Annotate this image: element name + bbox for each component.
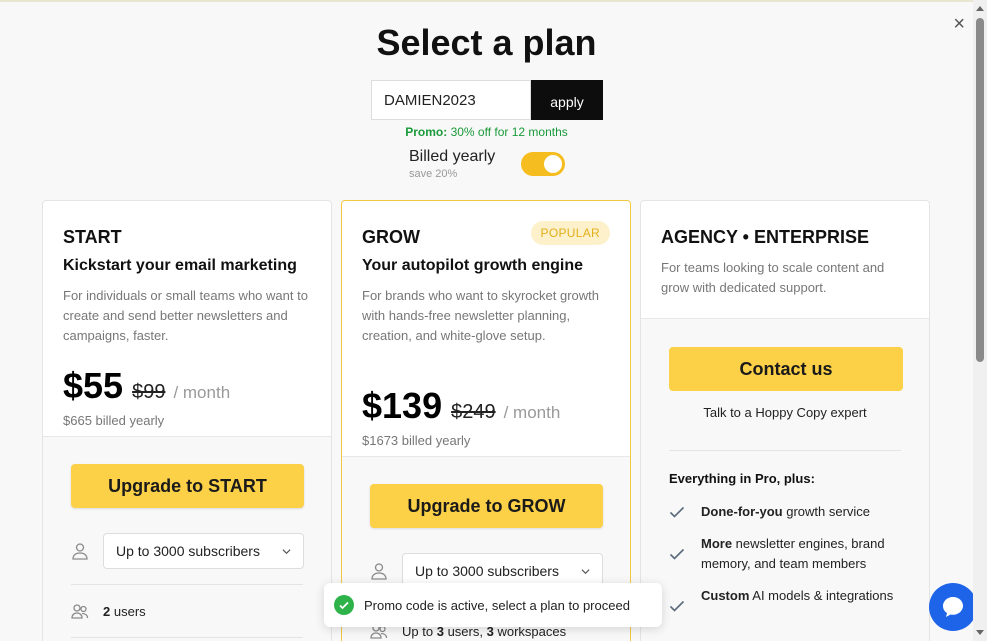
divider xyxy=(641,318,929,319)
subscribers-value: Up to 3000 subscribers xyxy=(415,563,559,579)
billing-label: Billed yearly xyxy=(409,148,496,165)
divider xyxy=(71,584,303,585)
plan-name: START xyxy=(63,227,122,247)
users-label: users xyxy=(113,603,146,619)
check-circle-icon xyxy=(334,595,354,615)
scrollbar[interactable] xyxy=(973,0,987,641)
promo-status-text: 30% off for 12 months xyxy=(450,125,568,139)
price-original: $249 xyxy=(451,401,496,423)
scroll-down-arrow-icon[interactable] xyxy=(976,630,984,635)
price-original: $99 xyxy=(132,381,166,403)
price-current: $55 xyxy=(63,365,124,406)
subscribers-select[interactable]: Up to 3000 subscribers xyxy=(103,533,304,569)
contact-us-button[interactable]: Contact us xyxy=(669,347,903,391)
includes-heading: Everything in Pro, plus: xyxy=(669,471,815,486)
check-icon xyxy=(669,600,685,612)
divider xyxy=(71,637,303,638)
chevron-down-icon xyxy=(581,568,590,574)
plan-price: $139 $249 / month xyxy=(362,385,560,427)
feature-bold: More xyxy=(701,536,733,551)
user-icon xyxy=(371,563,387,580)
promo-status-label: Promo: xyxy=(405,125,448,139)
price-period: / month xyxy=(173,383,231,402)
divider xyxy=(342,456,630,457)
feature-item: More newsletter engines, brand memory, a… xyxy=(669,534,909,574)
contact-note: Talk to a Hoppy Copy expert xyxy=(703,405,867,420)
billed-yearly-total: $1673 billed yearly xyxy=(362,433,471,448)
users-count: 2 xyxy=(103,603,111,619)
plan-description: For brands who want to skyrocket growth … xyxy=(362,288,599,343)
plan-subtitle: Your autopilot growth engine xyxy=(362,257,584,274)
plan-price: $55 $99 / month xyxy=(63,365,230,407)
price-current: $139 xyxy=(362,385,443,426)
chevron-down-icon xyxy=(282,548,291,554)
plan-description: For teams looking to scale content and g… xyxy=(661,260,885,295)
price-period: / month xyxy=(503,403,561,422)
feature-bold: Custom xyxy=(701,588,750,603)
upgrade-grow-button[interactable]: Upgrade to GROW xyxy=(370,484,603,528)
check-icon xyxy=(669,506,685,518)
billing-savings: save 20% xyxy=(409,168,458,180)
plan-name: GROW xyxy=(362,227,420,247)
promo-code-input[interactable] xyxy=(371,80,531,120)
scroll-up-arrow-icon[interactable] xyxy=(976,6,984,11)
promo-active-toast: Promo code is active, select a plan to p… xyxy=(324,583,662,627)
scrollbar-thumb[interactable] xyxy=(976,18,984,362)
billed-yearly-total: $665 billed yearly xyxy=(63,413,165,428)
plan-description: For individuals or small teams who want … xyxy=(63,288,308,343)
page-title: Select a plan xyxy=(376,22,597,63)
users-row: 2 users xyxy=(71,602,146,620)
feature-item: Custom AI models & integrations xyxy=(669,586,909,614)
divider xyxy=(43,436,331,437)
users-icon xyxy=(71,604,89,619)
divider xyxy=(669,450,901,451)
plan-card-start: START Kickstart your email marketing For… xyxy=(42,200,332,641)
feature-text: growth service xyxy=(782,504,871,519)
toggle-knob xyxy=(544,155,562,173)
billing-yearly-toggle[interactable] xyxy=(521,152,565,176)
billing-period: Billed yearly save 20% xyxy=(409,148,495,180)
promo-status: Promo: 30% off for 12 months xyxy=(0,125,973,139)
feature-item: Done-for-you growth service xyxy=(669,502,909,522)
upgrade-start-button[interactable]: Upgrade to START xyxy=(71,464,304,508)
feature-text: AI models & integrations xyxy=(749,588,894,603)
promo-code-form: apply xyxy=(371,80,603,120)
plan-name: AGENCY • ENTERPRISE xyxy=(661,227,870,247)
plan-selection-dialog: × Select a plan apply Promo: 30% off for… xyxy=(0,0,973,641)
plan-subtitle: Kickstart your email marketing xyxy=(63,257,297,274)
popular-badge: POPULAR xyxy=(530,221,610,245)
subscribers-row: Up to 3000 subscribers xyxy=(71,533,304,569)
subscribers-value: Up to 3000 subscribers xyxy=(116,543,260,559)
toast-message: Promo code is active, select a plan to p… xyxy=(364,597,630,613)
user-icon xyxy=(72,543,88,560)
chat-bubble-icon[interactable] xyxy=(929,583,977,631)
plan-card-agency-enterprise: AGENCY • ENTERPRISE For teams looking to… xyxy=(640,200,930,641)
apply-promo-button[interactable]: apply xyxy=(531,80,603,120)
check-icon xyxy=(669,548,685,560)
plan-card-grow: GROW POPULAR Your autopilot growth engin… xyxy=(341,200,631,641)
feature-bold: Done-for-you xyxy=(701,504,783,519)
